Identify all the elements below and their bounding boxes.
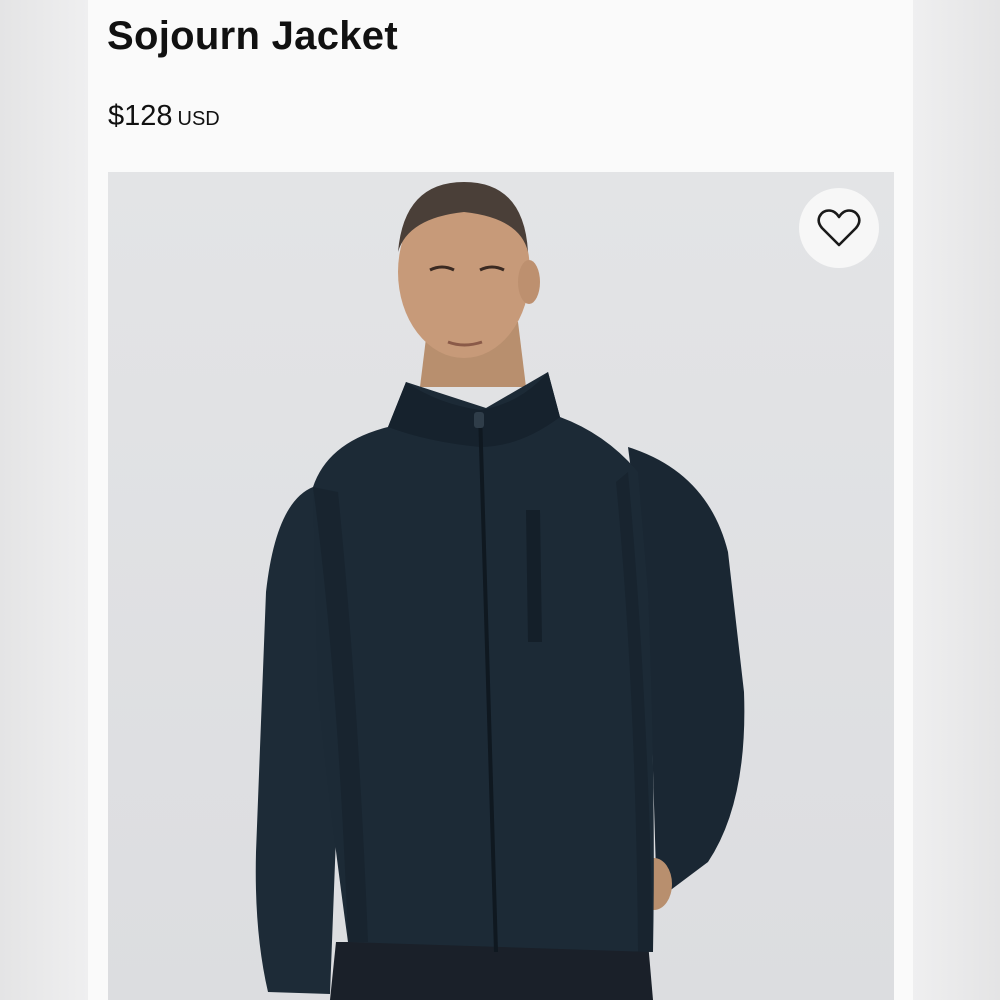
product-photo [255, 182, 745, 1000]
product-panel: Sojourn Jacket $128 USD [88, 0, 913, 1000]
model-pants [330, 942, 653, 1000]
backdrop-left [0, 0, 88, 1000]
price-currency: USD [177, 108, 220, 130]
jacket-chest-pocket [526, 510, 542, 642]
wishlist-button[interactable] [799, 188, 879, 268]
backdrop-right [913, 0, 1000, 1000]
model-ear [518, 260, 540, 304]
price-amount: $128 [108, 100, 173, 132]
heart-outline-icon [817, 209, 861, 247]
product-image[interactable] [108, 172, 894, 1000]
product-title: Sojourn Jacket [107, 14, 398, 58]
price: $128 USD [108, 100, 220, 133]
